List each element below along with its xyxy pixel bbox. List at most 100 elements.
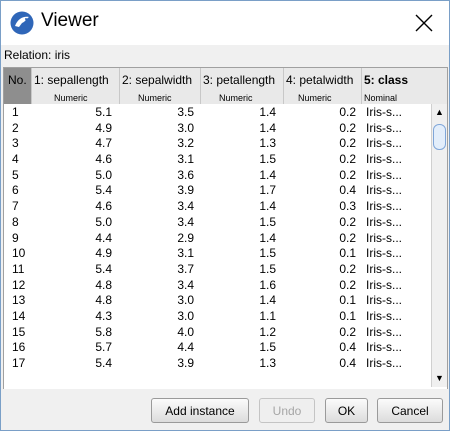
table-cell[interactable]: 3.4 (177, 278, 194, 292)
table-cell[interactable]: 4.7 (95, 136, 112, 150)
table-cell[interactable]: 3.0 (177, 293, 194, 307)
table-row[interactable]: 5 5.0 3.6 1.4 0.2 Iris-s... (4, 168, 431, 184)
table-cell[interactable]: 4.8 (95, 293, 112, 307)
table-cell[interactable]: 3.7 (177, 262, 194, 276)
vertical-scrollbar[interactable]: ▲ ▼ (431, 104, 447, 387)
table-cell[interactable]: 1.4 (259, 168, 276, 182)
table-cell[interactable]: 16 (12, 340, 25, 354)
table-cell[interactable]: 5.8 (95, 325, 112, 339)
table-cell[interactable]: 0.4 (339, 340, 356, 354)
table-cell[interactable]: Iris-s... (366, 231, 402, 245)
table-row[interactable]: 9 4.4 2.9 1.4 0.2 Iris-s... (4, 231, 431, 247)
table-cell[interactable]: 3.9 (177, 356, 194, 370)
close-icon[interactable] (415, 14, 433, 32)
table-cell[interactable]: 1 (12, 105, 19, 119)
table-row[interactable]: 7 4.6 3.4 1.4 0.3 Iris-s... (4, 199, 431, 215)
table-row[interactable]: 10 4.9 3.1 1.5 0.1 Iris-s... (4, 246, 431, 262)
table-row[interactable]: 12 4.8 3.4 1.6 0.2 Iris-s... (4, 278, 431, 294)
table-row[interactable]: 2 4.9 3.0 1.4 0.2 Iris-s... (4, 121, 431, 137)
table-cell[interactable]: 1.4 (259, 199, 276, 213)
table-row[interactable]: 1 5.1 3.5 1.4 0.2 Iris-s... (4, 105, 431, 121)
column-header-petalwidth[interactable]: 4: petalwidth Numeric (284, 68, 362, 104)
table-cell[interactable]: Iris-s... (366, 325, 402, 339)
table-cell[interactable]: 3.2 (177, 136, 194, 150)
table-row[interactable]: 11 5.4 3.7 1.5 0.2 Iris-s... (4, 262, 431, 278)
table-cell[interactable]: 3.1 (177, 246, 194, 260)
table-cell[interactable]: 0.1 (339, 309, 356, 323)
table-cell[interactable]: 11 (12, 262, 24, 276)
table-cell[interactable]: 0.2 (339, 121, 356, 135)
table-cell[interactable]: 4.6 (95, 152, 112, 166)
table-row[interactable]: 17 5.4 3.9 1.3 0.4 Iris-s... (4, 356, 431, 372)
column-header-petallength[interactable]: 3: petallength Numeric (201, 68, 284, 104)
table-cell[interactable]: 12 (12, 278, 25, 292)
table-cell[interactable]: 1.5 (259, 340, 276, 354)
table-cell[interactable]: Iris-s... (366, 168, 402, 182)
table-cell[interactable]: 1.6 (259, 278, 276, 292)
table-cell[interactable]: 1.1 (259, 309, 276, 323)
table-row[interactable]: 14 4.3 3.0 1.1 0.1 Iris-s... (4, 309, 431, 325)
table-cell[interactable]: 4.3 (95, 309, 112, 323)
table-cell[interactable]: 1.5 (259, 215, 276, 229)
scroll-thumb[interactable] (433, 124, 446, 150)
column-header-class[interactable]: 5: class Nominal (362, 68, 431, 104)
table-cell[interactable]: 5.1 (95, 105, 112, 119)
table-cell[interactable]: 0.1 (339, 246, 356, 260)
table-cell[interactable]: Iris-s... (366, 215, 402, 229)
table-cell[interactable]: 1.4 (259, 293, 276, 307)
table-cell[interactable]: 1.4 (259, 231, 276, 245)
table-row[interactable]: 15 5.8 4.0 1.2 0.2 Iris-s... (4, 325, 431, 341)
table-cell[interactable]: 5.4 (95, 262, 112, 276)
table-cell[interactable]: 2 (12, 121, 19, 135)
table-row[interactable]: 8 5.0 3.4 1.5 0.2 Iris-s... (4, 215, 431, 231)
table-cell[interactable]: 3.0 (177, 121, 194, 135)
column-header-sepallength[interactable]: 1: sepallength Numeric (32, 68, 120, 104)
table-cell[interactable]: 0.2 (339, 325, 356, 339)
table-cell[interactable]: 15 (12, 325, 25, 339)
scroll-down-icon[interactable]: ▼ (435, 373, 444, 383)
table-cell[interactable]: Iris-s... (366, 136, 402, 150)
table-cell[interactable]: 1.4 (259, 121, 276, 135)
table-cell[interactable]: 1.3 (259, 356, 276, 370)
add-instance-button[interactable]: Add instance (151, 398, 249, 423)
table-cell[interactable]: 0.3 (339, 199, 356, 213)
table-cell[interactable]: Iris-s... (366, 356, 402, 370)
table-cell[interactable]: Iris-s... (366, 340, 402, 354)
table-cell[interactable]: 1.7 (259, 183, 276, 197)
table-row[interactable]: 6 5.4 3.9 1.7 0.4 Iris-s... (4, 183, 431, 199)
table-cell[interactable]: 4.9 (95, 121, 112, 135)
table-cell[interactable]: 3.4 (177, 199, 194, 213)
table-row[interactable]: 4 4.6 3.1 1.5 0.2 Iris-s... (4, 152, 431, 168)
table-row[interactable]: 3 4.7 3.2 1.3 0.2 Iris-s... (4, 136, 431, 152)
table-cell[interactable]: 4.4 (177, 340, 194, 354)
table-cell[interactable]: 13 (12, 293, 25, 307)
table-cell[interactable]: 2.9 (177, 231, 194, 245)
table-cell[interactable]: Iris-s... (366, 309, 402, 323)
table-cell[interactable]: 4.4 (95, 231, 112, 245)
table-cell[interactable]: 0.4 (339, 183, 356, 197)
column-header-sepalwidth[interactable]: 2: sepalwidth Numeric (120, 68, 201, 104)
table-cell[interactable]: Iris-s... (366, 199, 402, 213)
table-row[interactable]: 16 5.7 4.4 1.5 0.4 Iris-s... (4, 340, 431, 356)
table-cell[interactable]: 9 (12, 231, 19, 245)
table-cell[interactable]: 3.5 (177, 105, 194, 119)
table-cell[interactable]: 1.4 (259, 105, 276, 119)
undo-button[interactable]: Undo (259, 398, 315, 423)
table-cell[interactable]: 1.2 (259, 325, 276, 339)
table-cell[interactable]: 6 (12, 183, 19, 197)
table-cell[interactable]: 4.9 (95, 246, 112, 260)
ok-button[interactable]: OK (325, 398, 368, 423)
table-cell[interactable]: 4 (12, 152, 19, 166)
table-cell[interactable]: 1.5 (259, 246, 276, 260)
table-cell[interactable]: 0.2 (339, 215, 356, 229)
table-cell[interactable]: 1.5 (259, 152, 276, 166)
table-cell[interactable]: 0.2 (339, 136, 356, 150)
table-cell[interactable]: 3 (12, 136, 19, 150)
table-cell[interactable]: 8 (12, 215, 19, 229)
table-cell[interactable]: 3.4 (177, 215, 194, 229)
table-cell[interactable]: Iris-s... (366, 105, 402, 119)
table-cell[interactable]: 5.4 (95, 183, 112, 197)
table-cell[interactable]: 5.7 (95, 340, 112, 354)
table-cell[interactable]: 4.6 (95, 199, 112, 213)
table-cell[interactable]: Iris-s... (366, 246, 402, 260)
